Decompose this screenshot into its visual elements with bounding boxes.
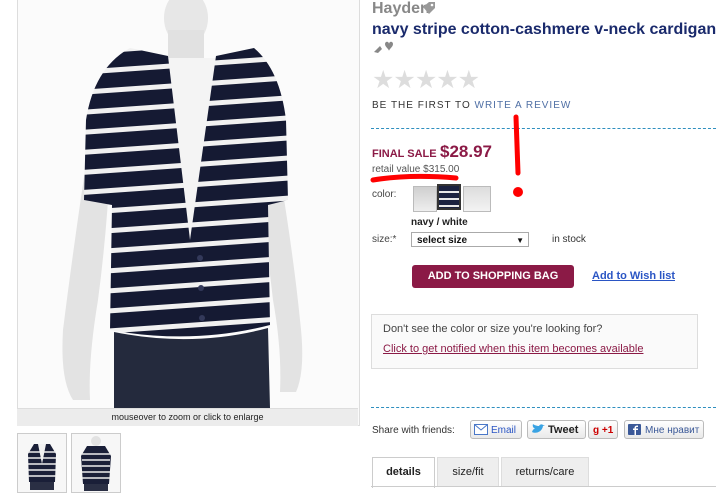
stock-status: in stock [552, 234, 586, 245]
size-select[interactable]: select size ▼ [411, 232, 529, 247]
tab-size-fit[interactable]: size/fit [437, 457, 499, 487]
divider [371, 128, 716, 129]
share-label: Share with friends: [372, 425, 455, 436]
facebook-like-label: Мне нравит [645, 425, 700, 436]
facebook-like-button[interactable]: Мне нравит [624, 420, 704, 439]
rating-stars[interactable]: ★★★★★ [372, 68, 480, 93]
email-share-label: Email [491, 425, 517, 436]
google-plus-button[interactable]: g +1 [588, 420, 618, 439]
tag-icon[interactable] [422, 1, 436, 15]
zoom-caption[interactable]: mouseover to zoom or click to enlarge [17, 408, 358, 426]
chevron-down-icon: ▼ [516, 236, 524, 245]
sale-price: $28.97 [440, 142, 492, 161]
thumbnail-front[interactable] [17, 433, 67, 493]
tab-details[interactable]: details [372, 457, 435, 488]
color-swatch-grey[interactable] [413, 186, 437, 212]
review-prompt: BE THE FIRST TO WRITE A REVIEW [372, 100, 571, 111]
facebook-icon [628, 424, 641, 435]
size-label: size:* [372, 234, 397, 245]
divider [371, 407, 716, 408]
color-swatch-navy-white[interactable] [437, 184, 461, 210]
tweet-label: Tweet [548, 424, 579, 436]
email-share-button[interactable]: Email [470, 420, 522, 439]
tab-returns-care[interactable]: returns/care [501, 457, 589, 487]
write-review-link[interactable]: WRITE A REVIEW [475, 100, 572, 111]
product-title: navy stripe cotton-cashmere v-neck cardi… [372, 21, 716, 38]
add-to-bag-button[interactable]: ADD TO SHOPPING BAG [412, 265, 574, 288]
recommend-icon[interactable] [372, 40, 394, 56]
twitter-icon [532, 424, 545, 433]
review-prefix: BE THE FIRST TO [372, 100, 475, 111]
notify-link[interactable]: Click to get notified when this item bec… [383, 343, 643, 355]
google-plus-icon: g [593, 425, 600, 436]
final-sale-label: FINAL SALE [372, 148, 437, 160]
cardigan-photo [18, 0, 359, 425]
thumbnail-front-image [18, 434, 66, 492]
notify-question: Don't see the color or size you're looki… [383, 323, 603, 335]
color-swatch-light[interactable] [463, 186, 491, 212]
product-image[interactable] [17, 0, 360, 426]
selected-color-name: navy / white [411, 217, 468, 228]
size-select-value: select size [417, 235, 468, 246]
thumbnail-back[interactable] [71, 433, 121, 493]
color-label: color: [372, 189, 397, 200]
red-exclamation-annotation [513, 114, 523, 197]
add-to-wishlist-link[interactable]: Add to Wish list [592, 270, 675, 282]
google-plus-label: +1 [601, 425, 614, 436]
tweet-button[interactable]: Tweet [527, 420, 586, 439]
thumbnail-back-image [72, 434, 120, 492]
email-icon [474, 424, 488, 435]
tab-baseline [371, 486, 716, 487]
notify-box: Don't see the color or size you're looki… [371, 314, 698, 369]
